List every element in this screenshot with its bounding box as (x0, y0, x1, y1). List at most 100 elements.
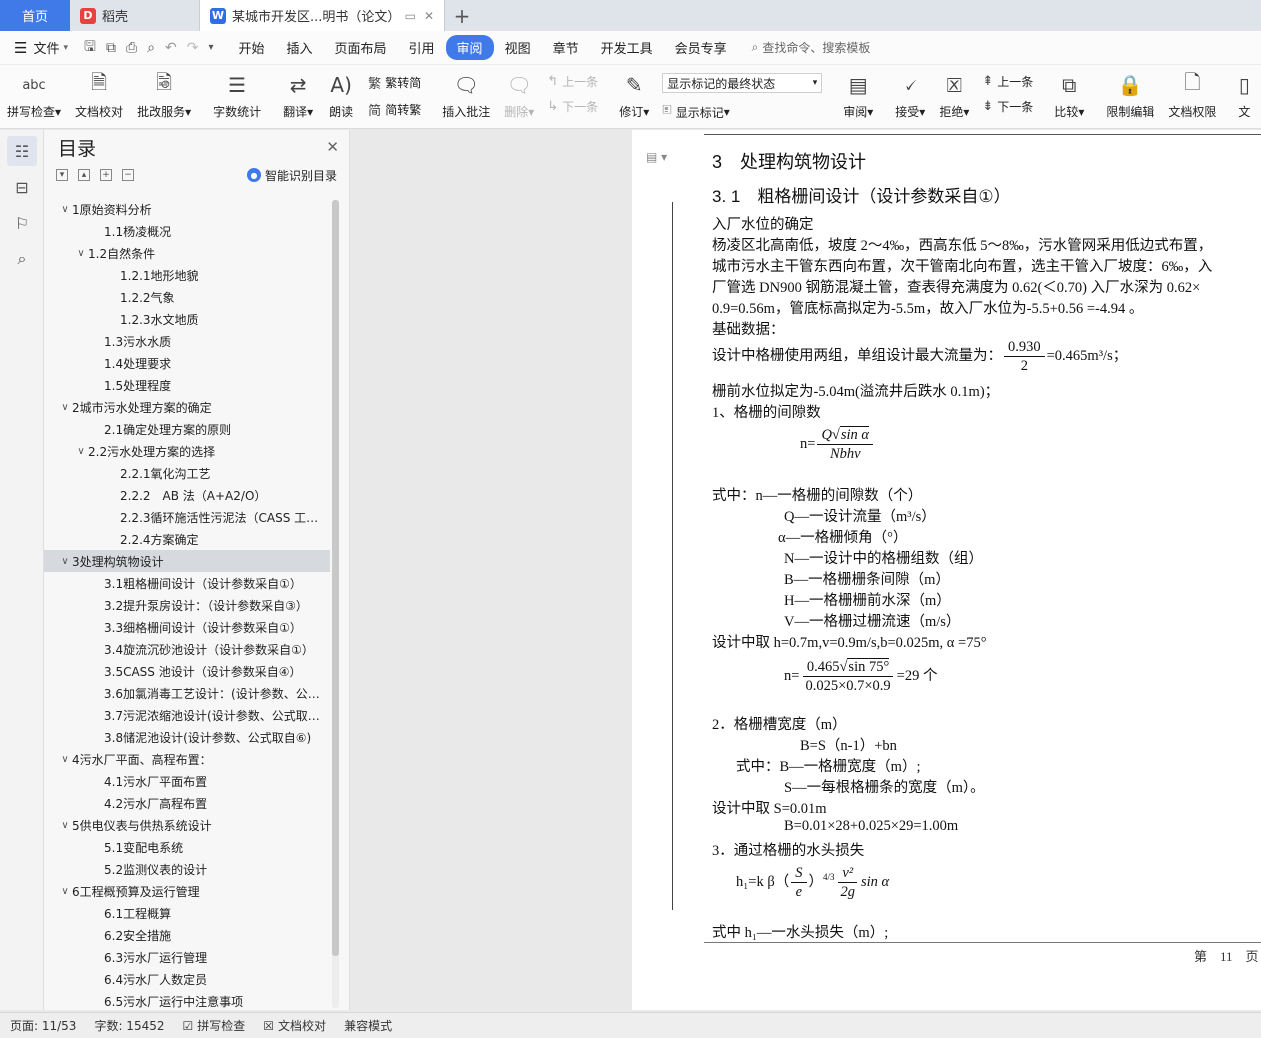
toc-item[interactable]: 5.1变配电系统 (44, 836, 330, 858)
print-icon[interactable]: ⎙ (126, 40, 137, 56)
document-page[interactable]: ▤ ▾ 3 处理构筑物设计 3. 1 粗格栅间设计（设计参数采自①） 入厂水位的… (632, 130, 1261, 1010)
menu-insert[interactable]: 插入 (276, 35, 324, 60)
close-icon[interactable]: ✕ (326, 138, 339, 156)
to-traditional-button[interactable]: 简简转繁 (368, 100, 421, 119)
read-aloud-button[interactable]: A) 朗读 (320, 71, 362, 120)
tab-document[interactable]: W 某城市开发区...明书（论文） ▭ ✕ (200, 0, 445, 31)
toc-item[interactable]: 6.1工程概算 (44, 902, 330, 924)
toc-item[interactable]: 6.2安全措施 (44, 924, 330, 946)
toc-item[interactable]: 2.2.2 AB 法（A+A2/O） (44, 484, 330, 506)
chevron-down-icon[interactable]: ∨ (74, 248, 88, 259)
toc-item[interactable]: 2.2.3循环施活性污泥法（CASS 工艺） (44, 506, 330, 528)
status-spell-check[interactable]: ☑ 拼写检查 (183, 1017, 246, 1034)
promote-icon[interactable]: + (100, 169, 112, 181)
toc-item[interactable]: 2.1确定处理方案的原则 (44, 418, 330, 440)
toc-item[interactable]: 3.1粗格栅间设计（设计参数采自①） (44, 572, 330, 594)
new-tab-button[interactable]: + (445, 0, 479, 31)
menu-developer[interactable]: 开发工具 (590, 35, 664, 60)
menu-references[interactable]: 引用 (398, 35, 446, 60)
page-options-icon[interactable]: ▤ ▾ (646, 150, 667, 164)
toc-item[interactable]: ∨ 1.2自然条件 (44, 242, 330, 264)
toc-item[interactable]: ∨ 1原始资料分析 (44, 198, 330, 220)
print-preview-icon[interactable]: ⌕ (147, 40, 155, 56)
toc-item[interactable]: ∨ 2.2污水处理方案的选择 (44, 440, 330, 462)
reject-button[interactable]: 🗵 拒绝▾ (932, 71, 976, 120)
toc-item[interactable]: 1.5处理程度 (44, 374, 330, 396)
smart-toc-button[interactable]: ● 智能识别目录 (246, 167, 337, 184)
prev-change-button[interactable]: ⇞ 上一条 (982, 73, 1033, 90)
chevron-down-icon[interactable]: ∨ (58, 754, 72, 765)
toc-item[interactable]: 3.2提升泵房设计：（设计参数采自③） (44, 594, 330, 616)
tab-monitor-icon[interactable]: ▭ (405, 9, 416, 23)
toc-item[interactable]: 1.2.2气象 (44, 286, 330, 308)
toc-item[interactable]: ∨ 6工程概预算及运行管理 (44, 880, 330, 902)
toc-item[interactable]: 1.2.1地形地貌 (44, 264, 330, 286)
toc-item[interactable]: 6.4污水厂人数定员 (44, 968, 330, 990)
status-page[interactable]: 页面: 11/53 (10, 1017, 76, 1034)
toc-item[interactable]: 3.8储泥池设计(设计参数、公式取自⑥) (44, 726, 330, 748)
annotate-service-button[interactable]: 🗟 批改服务▾ (130, 70, 198, 120)
command-search[interactable]: ⌕ 查找命令、搜索模板 (752, 39, 871, 56)
restrict-editing-button[interactable]: 🔒 限制编辑 (1099, 71, 1161, 120)
toc-item[interactable]: 3.3细格栅间设计（设计参数采自①） (44, 616, 330, 638)
prev-comment-button[interactable]: ↰ 上一条 (547, 73, 598, 90)
save-icon[interactable]: 🖫 (84, 36, 96, 60)
toc-item[interactable]: ∨ 3处理构筑物设计 (44, 550, 330, 572)
doc-permission-button[interactable]: 🗋 文档权限 (1161, 70, 1223, 120)
chevron-down-icon[interactable]: ∨ (58, 402, 72, 413)
toc-item[interactable]: 2.2.1氧化沟工艺 (44, 462, 330, 484)
toc-item[interactable]: ∨ 5供电仪表与供热系统设计 (44, 814, 330, 836)
find-icon[interactable]: ⌕ (7, 244, 37, 274)
toc-item[interactable]: 1.3污水水质 (44, 330, 330, 352)
spell-check-button[interactable]: abc 拼写检查▾ (0, 71, 68, 120)
status-word-count[interactable]: 字数: 15452 (94, 1017, 164, 1034)
tab-home[interactable]: 首页 (0, 0, 70, 31)
toc-item[interactable]: 4.2污水厂高程布置 (44, 792, 330, 814)
chapter-nav-icon[interactable]: ⊟ (7, 172, 37, 202)
toc-item[interactable]: 3.4旋流沉砂池设计（设计参数采自①） (44, 638, 330, 660)
undo-icon[interactable]: ↶ (165, 40, 177, 56)
toc-item[interactable]: 4.1污水厂平面布置 (44, 770, 330, 792)
toc-item[interactable]: 1.1杨凌概况 (44, 220, 330, 242)
toc-item[interactable]: 1.2.3水文地质 (44, 308, 330, 330)
next-comment-button[interactable]: ↳ 下一条 (547, 98, 598, 115)
chevron-down-icon[interactable]: ∨ (58, 204, 72, 215)
toc-item[interactable]: 1.4处理要求 (44, 352, 330, 374)
menu-section[interactable]: 章节 (542, 35, 590, 60)
tab-close-icon[interactable]: ✕ (424, 9, 434, 23)
redo-icon[interactable]: ↷ (187, 40, 199, 56)
menu-view[interactable]: 视图 (494, 35, 542, 60)
toc-panel-icon[interactable]: ☷ (7, 136, 37, 166)
show-markup-button[interactable]: 🗉 显示标记 ▾ (662, 101, 822, 123)
menu-review[interactable]: 审阅 (445, 35, 494, 60)
delete-comment-button[interactable]: 🗨 删除▾ (497, 71, 541, 120)
toc-item[interactable]: 6.5污水厂运行中注意事项 (44, 990, 330, 1009)
compare-button[interactable]: ⧉ 比较▾ (1047, 71, 1091, 120)
export-icon[interactable]: ⧉ (106, 40, 116, 56)
toc-item[interactable]: 2.2.4方案确定 (44, 528, 330, 550)
toc-scroll-thumb[interactable] (332, 200, 339, 956)
chevron-down-icon[interactable]: ∨ (58, 820, 72, 831)
doc-check-button[interactable]: 🗎 文档校对 (68, 70, 130, 120)
tab-daoke[interactable]: D 稻壳 (70, 0, 200, 31)
toc-item[interactable]: 3.5CASS 池设计（设计参数采自④） (44, 660, 330, 682)
overflow-button[interactable]: ▯ 文 (1223, 71, 1261, 120)
toc-item[interactable]: ∨ 2城市污水处理方案的确定 (44, 396, 330, 418)
word-count-button[interactable]: ☰ 字数统计 (206, 71, 268, 120)
status-doc-check[interactable]: ☒ 文档校对 (263, 1017, 326, 1034)
track-changes-button[interactable]: ✎ 修订▾ (612, 71, 656, 120)
next-change-button[interactable]: ⇟ 下一条 (982, 98, 1033, 115)
accept-button[interactable]: 🗸 接受▾ (888, 71, 932, 120)
customize-icon[interactable]: ▾ (208, 42, 213, 53)
markup-state-select[interactable]: 显示标记的最终状态 ▾ (662, 73, 823, 93)
menu-page-layout[interactable]: 页面布局 (324, 35, 398, 60)
toc-scrollbar[interactable] (332, 200, 339, 1008)
chevron-down-icon[interactable]: ∨ (74, 446, 88, 457)
menu-member[interactable]: 会员专享 (664, 35, 738, 60)
collapse-all-icon[interactable]: ▴ (78, 169, 90, 181)
insert-comment-button[interactable]: 🗨 插入批注 (435, 71, 497, 120)
menu-home[interactable]: 开始 (227, 35, 275, 60)
review-pane-button[interactable]: ▤ 审阅▾ (836, 71, 880, 120)
toc-item[interactable]: 6.3污水厂运行管理 (44, 946, 330, 968)
chevron-down-icon[interactable]: ∨ (58, 556, 72, 567)
